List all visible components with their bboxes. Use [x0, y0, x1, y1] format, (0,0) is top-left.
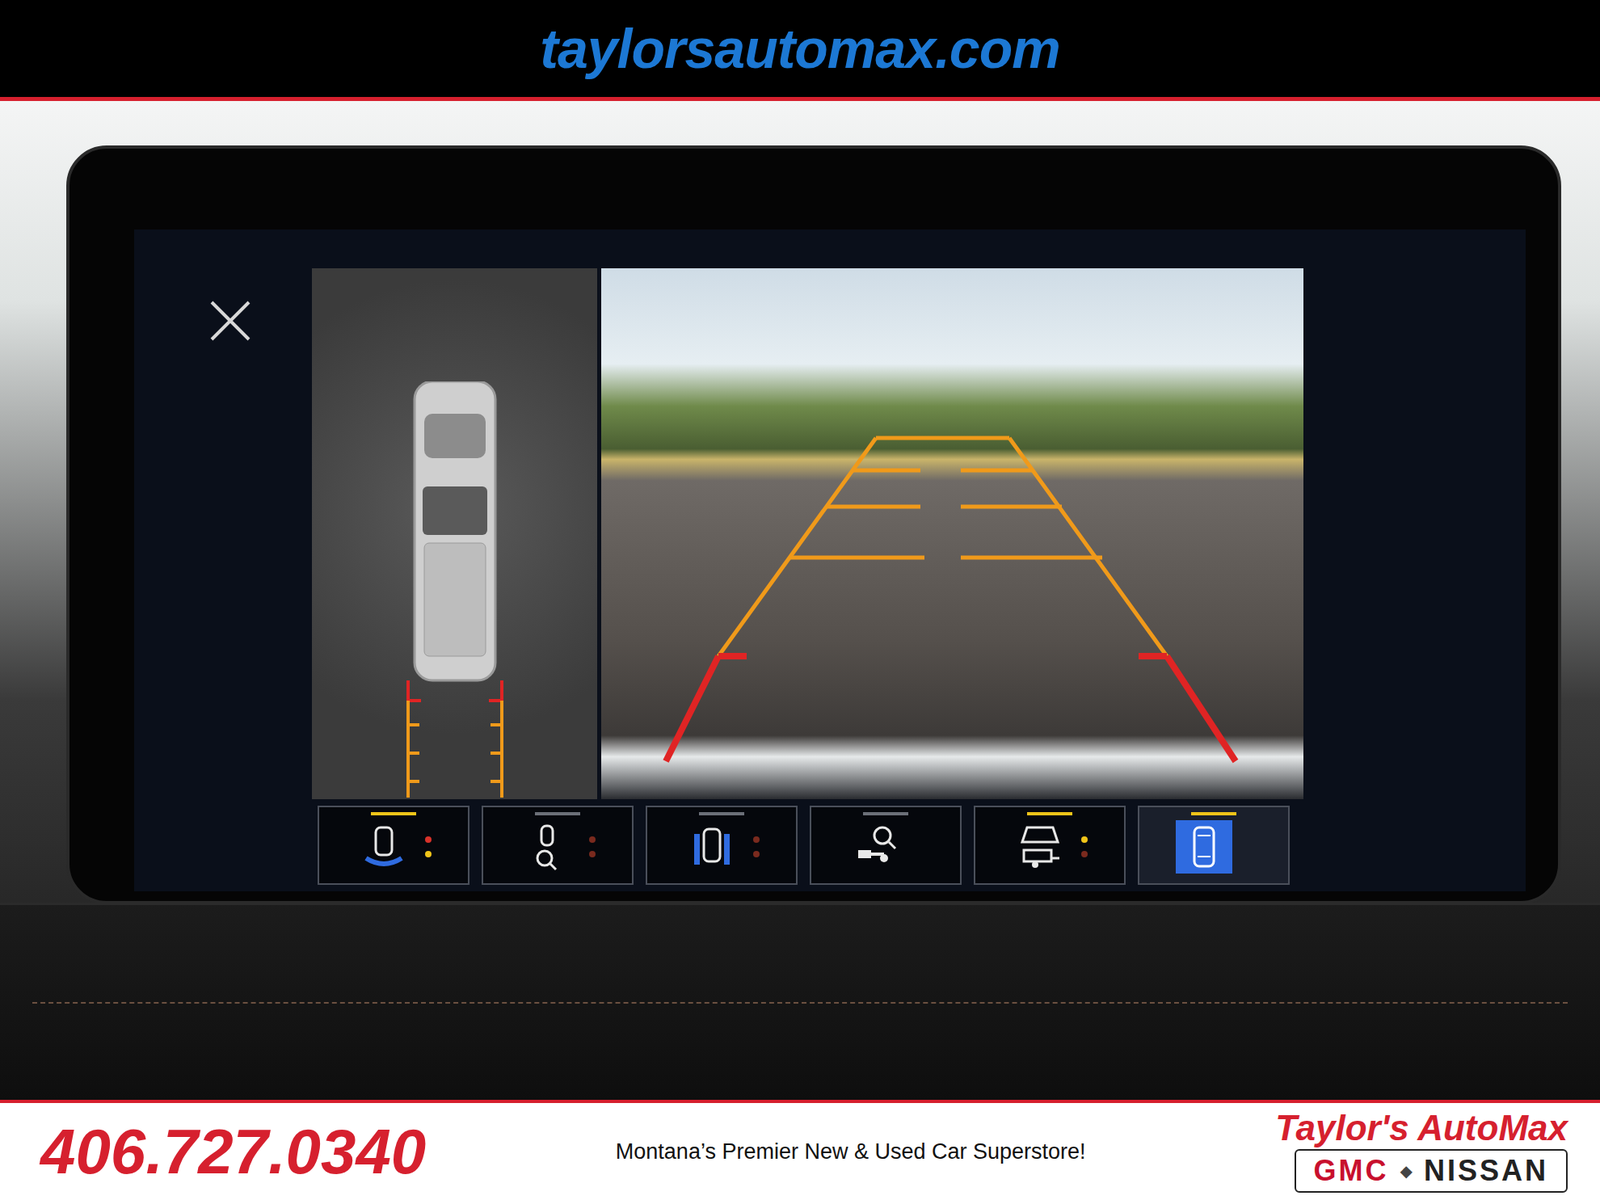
close-column — [190, 268, 312, 892]
header-bar: taylorsautomax.com — [0, 0, 1600, 102]
view-buttons — [311, 805, 1304, 885]
view-indicator — [1191, 812, 1237, 816]
stitching — [32, 1002, 1568, 1004]
view-button-content — [355, 820, 432, 874]
top-view-icon — [1179, 822, 1229, 872]
view-indicator — [534, 812, 581, 816]
status-dot — [753, 850, 760, 858]
dealer-logo: Taylor's AutoMax — [1275, 1110, 1568, 1146]
view-icon-box — [355, 820, 413, 874]
hitch-zoom-icon — [851, 822, 901, 872]
view-button-content — [519, 820, 596, 874]
view-icon-box — [847, 820, 905, 874]
view-button-content — [847, 820, 924, 874]
brand-name: GMC — [1313, 1153, 1390, 1188]
front-rear-icon — [359, 822, 409, 872]
status-dot — [1081, 850, 1088, 858]
status-dots — [1081, 836, 1088, 858]
side-view-icon — [687, 822, 737, 872]
status-dots — [753, 836, 760, 858]
trailer-icon — [1015, 822, 1065, 872]
views-column — [311, 268, 1304, 892]
status-dot — [589, 850, 596, 858]
status-dot — [1081, 836, 1088, 843]
close-icon[interactable] — [208, 298, 253, 343]
view-button-content — [1011, 820, 1088, 874]
status-dots — [425, 836, 432, 858]
rear-camera-view — [601, 268, 1304, 800]
view-icon-box — [683, 820, 741, 874]
site-url[interactable]: taylorsautomax.com — [539, 16, 1060, 80]
view-icon-box — [1011, 820, 1069, 874]
status-dots — [589, 836, 596, 858]
view-button-content — [1175, 820, 1252, 874]
page: taylorsautomax.com 406.727.0340 Montana’s … — [0, 0, 1600, 1200]
zoom-car-icon — [523, 822, 573, 872]
view-button[interactable] — [809, 805, 962, 885]
status-dot — [589, 836, 596, 843]
view-button[interactable] — [317, 805, 470, 885]
view-button[interactable] — [481, 805, 634, 885]
view-icon-box — [519, 820, 577, 874]
view-indicator — [370, 812, 417, 816]
view-icon-box — [1175, 820, 1233, 874]
brands-box: GMC ◆ NISSAN — [1294, 1149, 1568, 1193]
tagline: Montana’s Premier New & Used Car Superst… — [458, 1139, 1243, 1165]
top-down-view — [311, 268, 598, 800]
view-indicator — [1027, 812, 1073, 816]
status-dot — [425, 836, 432, 843]
camera-screen — [134, 229, 1526, 892]
screen-bezel — [66, 145, 1562, 905]
brand-separator: ◆ — [1400, 1161, 1413, 1181]
dashboard-photo — [0, 101, 1600, 1100]
view-button[interactable] — [645, 805, 798, 885]
view-button-content — [683, 820, 760, 874]
vehicle-top-icon — [390, 381, 520, 798]
status-dot — [425, 850, 432, 858]
guide-lines-icon — [601, 268, 1304, 800]
view-button[interactable] — [1137, 805, 1290, 885]
dashboard-leather — [0, 902, 1600, 1100]
status-dot — [753, 836, 760, 843]
phone-number[interactable]: 406.727.0340 — [40, 1120, 426, 1184]
brand-name: NISSAN — [1423, 1153, 1549, 1188]
footer-banner: 406.727.0340 Montana’s Premier New & Used… — [0, 1099, 1600, 1200]
view-indicator — [863, 812, 909, 816]
views-row — [311, 268, 1304, 800]
view-indicator — [698, 812, 745, 816]
view-button[interactable] — [973, 805, 1126, 885]
dealer-brand: Taylor's AutoMax GMC ◆ NISSAN — [1275, 1110, 1568, 1193]
